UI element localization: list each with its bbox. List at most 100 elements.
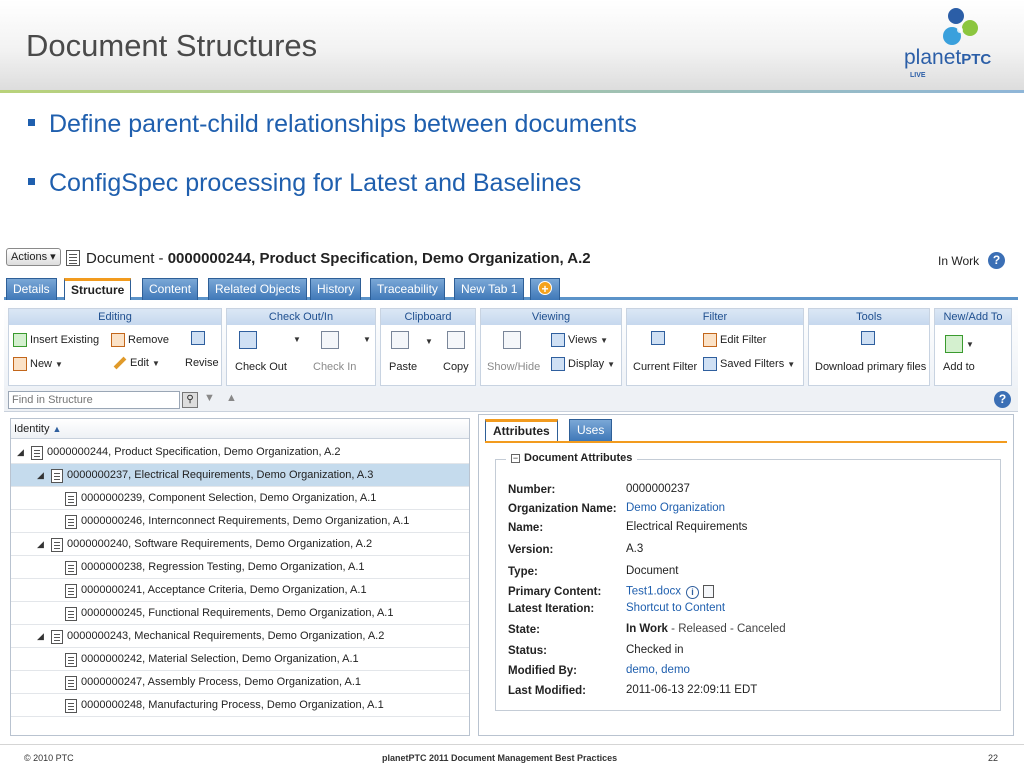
bullet-item: ConfigSpec processing for Latest and Bas… bbox=[28, 169, 581, 198]
saved-filters-icon bbox=[703, 357, 717, 371]
attribute-label: Modified By: bbox=[508, 665, 577, 677]
ribbon-group-clipboard: Clipboard ▼ Paste Copy bbox=[380, 308, 476, 386]
paste-icon-button[interactable] bbox=[391, 331, 409, 349]
find-next-icon[interactable]: ▼ bbox=[204, 392, 215, 404]
info-icon[interactable]: i bbox=[685, 585, 699, 599]
ribbon-group-new-add-to: New/Add To ▼ Add to bbox=[934, 308, 1012, 386]
saved-filters-button[interactable]: Saved Filters ▼ bbox=[703, 357, 795, 371]
display-button[interactable]: Display ▼ bbox=[551, 357, 615, 371]
add-to-button[interactable]: Add to bbox=[943, 361, 975, 373]
bullet-item: Define parent-child relationships betwee… bbox=[28, 110, 637, 139]
expand-toggle-icon[interactable]: ◢ bbox=[37, 464, 44, 487]
attribute-value-link[interactable]: demo, demo bbox=[626, 664, 690, 676]
ribbon-group-filter: Filter Edit Filter Current Filter Saved … bbox=[626, 308, 804, 386]
edit-filter-button[interactable]: Edit Filter bbox=[703, 333, 766, 347]
document-titlebar: Actions ▾ Document - 0000000244, Product… bbox=[4, 244, 1018, 276]
binoculars-icon[interactable]: ⚲ bbox=[182, 392, 198, 408]
actions-button[interactable]: Actions ▾ bbox=[6, 248, 61, 266]
views-icon bbox=[551, 333, 565, 347]
windchill-document-page: Actions ▾ Document - 0000000244, Product… bbox=[4, 244, 1018, 740]
edit-button[interactable]: Edit ▼ bbox=[113, 356, 160, 370]
current-filter-icon-button[interactable] bbox=[651, 331, 665, 345]
download-primary-files-button[interactable]: Download primary files bbox=[815, 361, 926, 373]
tree-row[interactable]: 0000000246, Internconnect Requirements, … bbox=[11, 510, 469, 533]
insert-existing-button[interactable]: Insert Existing bbox=[13, 333, 99, 347]
tree-row[interactable]: 0000000238, Regression Testing, Demo Org… bbox=[11, 556, 469, 579]
tab-structure[interactable]: Structure bbox=[64, 278, 132, 300]
attribute-label: Primary Content: bbox=[508, 586, 602, 598]
bullet-square-icon bbox=[28, 177, 35, 185]
remove-icon bbox=[111, 333, 125, 347]
add-tab-button[interactable]: + bbox=[530, 278, 560, 300]
check-out-icon bbox=[239, 331, 257, 349]
revise-icon-button[interactable] bbox=[191, 331, 205, 345]
ribbon-group-editing: Editing Insert Existing Remove New ▼ Edit… bbox=[8, 308, 222, 386]
tree-row[interactable]: 0000000245, Functional Requirements, Dem… bbox=[11, 602, 469, 625]
expand-toggle-icon[interactable]: ◢ bbox=[37, 533, 44, 556]
attribute-value-text[interactable]: Shortcut to Content bbox=[626, 602, 725, 614]
attribute-value-link[interactable]: Shortcut to Content bbox=[626, 602, 725, 614]
chevron-down-icon: ▼ bbox=[151, 358, 160, 368]
help-icon[interactable]: ? bbox=[988, 252, 1005, 269]
paste-button[interactable]: Paste bbox=[389, 361, 417, 373]
add-to-icon-button[interactable]: ▼ bbox=[945, 335, 974, 353]
remove-button[interactable]: Remove bbox=[111, 333, 169, 347]
tree-row[interactable]: ◢ 0000000244, Product Specification, Demo… bbox=[11, 441, 469, 464]
find-in-structure-input[interactable] bbox=[8, 391, 180, 409]
chevron-down-icon: ▼ bbox=[363, 335, 371, 344]
tab-related-objects[interactable]: Related Objects bbox=[208, 278, 308, 300]
structure-help-icon[interactable]: ? bbox=[994, 391, 1011, 408]
attribute-value-link[interactable]: Demo Organization bbox=[626, 502, 725, 514]
revise-icon bbox=[191, 331, 205, 345]
copy-button[interactable]: Copy bbox=[443, 361, 469, 373]
revise-button[interactable]: Revise bbox=[185, 357, 219, 369]
tree-row[interactable]: 0000000241, Acceptance Criteria, Demo Or… bbox=[11, 579, 469, 602]
new-button[interactable]: New ▼ bbox=[13, 357, 63, 371]
tab-traceability[interactable]: Traceability bbox=[370, 278, 445, 300]
find-previous-icon[interactable]: ▲ bbox=[226, 392, 237, 404]
footer-copyright: © 2010 PTC bbox=[24, 753, 74, 763]
tab-details[interactable]: Details bbox=[6, 278, 57, 300]
attribute-value-text[interactable]: Demo Organization bbox=[626, 502, 725, 514]
identity-column-header[interactable]: Identity ▲ bbox=[11, 419, 469, 439]
tree-row[interactable]: 0000000239, Component Selection, Demo Or… bbox=[11, 487, 469, 510]
tree-row[interactable]: 0000000247, Assembly Process, Demo Organ… bbox=[11, 671, 469, 694]
attribute-value-text[interactable]: demo, demo bbox=[626, 664, 690, 676]
tab-attributes[interactable]: Attributes bbox=[485, 419, 558, 441]
panel-tab-underline bbox=[485, 441, 1007, 443]
section-header[interactable]: − Document Attributes bbox=[506, 452, 638, 464]
tab-history[interactable]: History bbox=[310, 278, 362, 300]
tree-row[interactable]: 0000000248, Manufacturing Process, Demo … bbox=[11, 694, 469, 717]
content-download-icon[interactable] bbox=[702, 585, 714, 598]
attribute-value-link[interactable]: Test1.docx i bbox=[626, 585, 714, 599]
tree-row[interactable]: ◢ 0000000237, Electrical Requirements, De… bbox=[11, 464, 469, 487]
copy-icon-button[interactable] bbox=[447, 331, 465, 349]
check-out-icon-button[interactable] bbox=[239, 331, 257, 349]
document-icon bbox=[65, 515, 77, 529]
tree-row[interactable]: ◢ 0000000243, Mechanical Requirements, De… bbox=[11, 625, 469, 648]
document-icon bbox=[65, 492, 77, 506]
state-label: In Work bbox=[938, 254, 980, 268]
planetptc-logo: planetPTC LIVE bbox=[900, 6, 1010, 86]
paste-menu[interactable]: ▼ bbox=[425, 337, 433, 346]
ribbon-group-tools: Tools Download primary files bbox=[808, 308, 930, 386]
current-filter-button[interactable]: Current Filter bbox=[633, 361, 697, 373]
tree-row[interactable]: ◢ 0000000240, Software Requirements, Demo… bbox=[11, 533, 469, 556]
expand-toggle-icon[interactable]: ◢ bbox=[37, 625, 44, 648]
attribute-value: A.3 bbox=[626, 543, 643, 555]
tab-content[interactable]: Content bbox=[142, 278, 199, 300]
action-ribbon: Editing Insert Existing Remove New ▼ Edit… bbox=[4, 304, 1018, 390]
tree-row[interactable]: 0000000242, Material Selection, Demo Org… bbox=[11, 648, 469, 671]
check-out-menu[interactable]: ▼ bbox=[293, 335, 301, 344]
check-out-button[interactable]: Check Out bbox=[235, 361, 287, 373]
tab-new-tab-1[interactable]: New Tab 1 bbox=[454, 278, 525, 300]
tab-uses[interactable]: Uses bbox=[569, 419, 613, 441]
logo-live: LIVE bbox=[910, 72, 926, 79]
tree-row-label: 0000000237, Electrical Requirements, Dem… bbox=[67, 469, 374, 481]
expand-toggle-icon[interactable]: ◢ bbox=[17, 441, 24, 464]
download-icon-button[interactable] bbox=[861, 331, 875, 345]
attribute-value: Electrical Requirements bbox=[626, 521, 747, 533]
attribute-value-text[interactable]: Test1.docx bbox=[626, 586, 681, 598]
ribbon-group-header: Check Out/In bbox=[227, 309, 375, 325]
views-button[interactable]: Views ▼ bbox=[551, 333, 608, 347]
